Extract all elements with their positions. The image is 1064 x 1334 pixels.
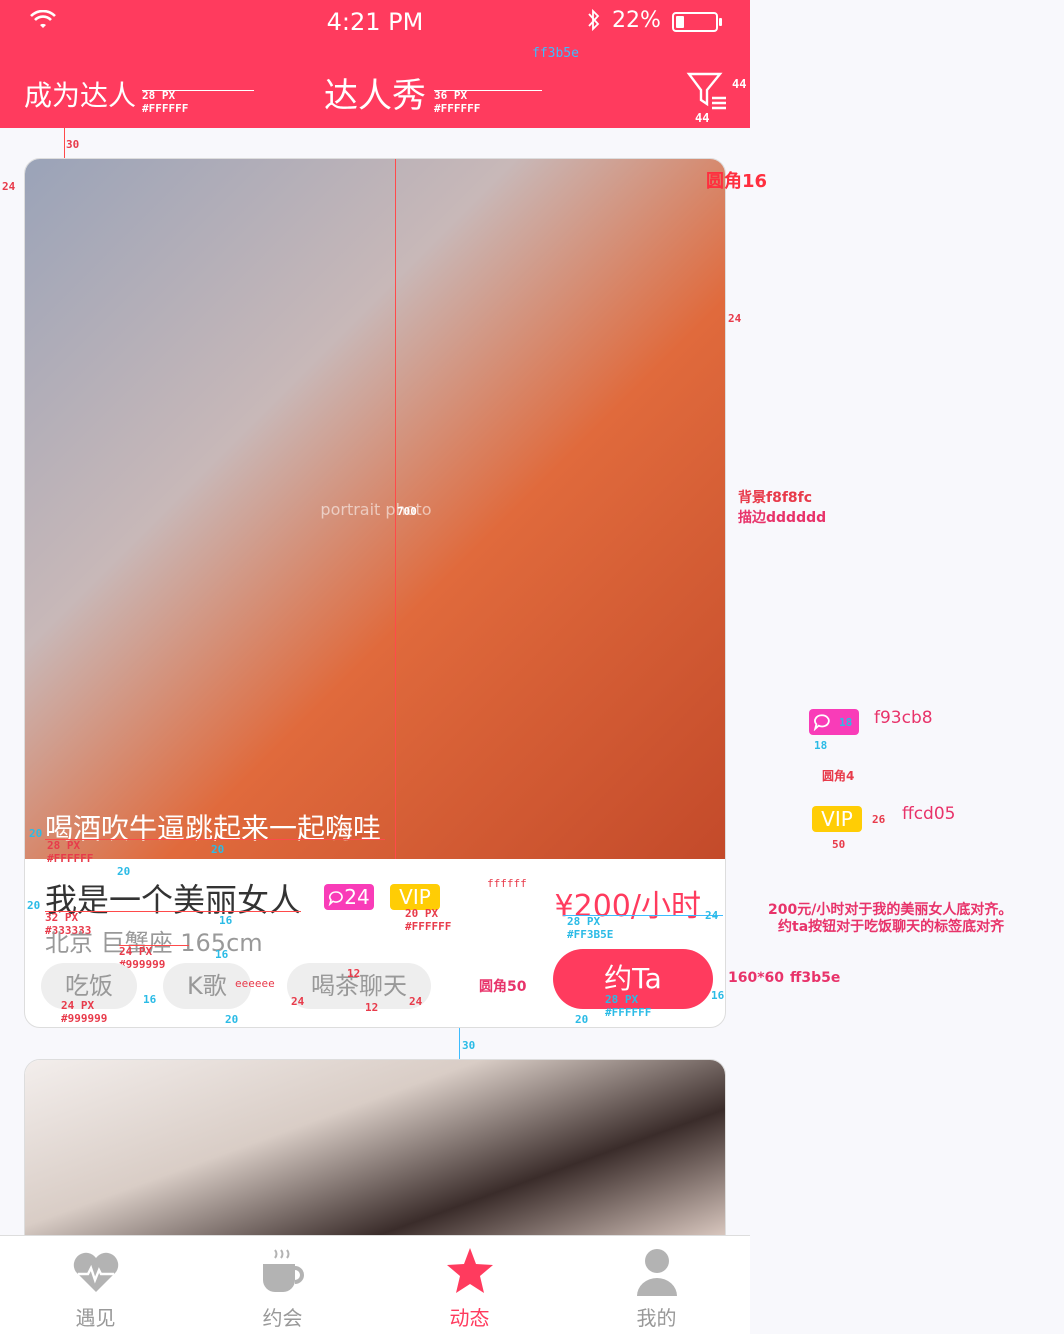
button-bottom-note: 20 (575, 1013, 589, 1026)
profile-photo[interactable]: portrait photo 700 喝酒吹牛逼跳起来一起嗨哇 28 PX #F… (25, 159, 725, 865)
coffee-cup-icon (262, 1249, 304, 1292)
bottom-pad-note: 20 (225, 1013, 239, 1026)
price-spec: 28 PX #FF3B5E (567, 915, 614, 941)
radius-4-note: 圆角4 (822, 769, 855, 783)
tab-meet[interactable]: 遇见 (2, 1236, 189, 1334)
photo-caption: 喝酒吹牛逼跳起来一起嗨哇 (45, 812, 382, 845)
button-size-note: 160*60 (728, 970, 785, 986)
phone-screen: 4:21 PM 22% 成为达人 28 PX #FFFFFF 达人秀 36 PX… (0, 0, 750, 1334)
price-right-note: 24 (705, 909, 719, 922)
legend-icon-width-note: 18 (814, 739, 828, 752)
vip-height-note: 26 (872, 813, 886, 826)
legend-icon-size-note: 18 (839, 716, 853, 729)
photo-placeholder: portrait photo (320, 499, 432, 519)
legend-comment-badge: 18 (809, 709, 859, 735)
user-icon (636, 1249, 677, 1296)
tag-pad-bottom-note: 12 (365, 1001, 379, 1014)
filter-width-note: 44 (695, 111, 710, 125)
bg-color-note: 背景f8f8fc (738, 490, 813, 506)
tag-pad-left-note: 24 (291, 995, 305, 1008)
name-left-note: 20 (27, 899, 41, 912)
tab-label: 动态 (449, 1306, 490, 1330)
filter-button[interactable] (686, 70, 730, 114)
chat-bubble-icon (813, 714, 830, 731)
caption-spec: 28 PX #FFFFFF (47, 839, 94, 865)
bluetooth-icon (586, 8, 602, 37)
expert-card[interactable]: portrait photo 700 喝酒吹牛逼跳起来一起嗨哇 28 PX #F… (24, 158, 726, 1028)
name-top-note: 20 (117, 865, 131, 878)
comment-count: 24 (344, 885, 370, 909)
battery-percent: 22% (612, 8, 661, 33)
tab-date[interactable]: 约会 (189, 1236, 376, 1334)
photo-height-note: 700 (397, 505, 417, 518)
page-title: 达人秀 (324, 76, 426, 116)
chat-bubble-icon (328, 891, 344, 907)
tab-label: 约会 (262, 1306, 303, 1330)
vip-color-note: ffcd05 (902, 804, 956, 824)
header-bar: 4:21 PM 22% 成为达人 28 PX #FFFFFF 达人秀 36 PX… (0, 0, 750, 128)
tag-spec: 24 PX #999999 (61, 999, 108, 1025)
vip-width-note: 50 (832, 838, 846, 851)
tab-bar: 遇见 约会 动态 我的 (0, 1235, 750, 1334)
caption-left-note: 20 (29, 827, 43, 840)
filter-height-note: 44 (732, 77, 747, 91)
filter-icon (686, 72, 726, 110)
comment-color-note: f93cb8 (874, 708, 933, 728)
button-color-note: ff3b5e (790, 970, 841, 986)
caption-bottom-note: 20 (211, 843, 225, 856)
stroke-color-note: 描边dddddd (738, 510, 827, 526)
button-spec: 28 PX #FFFFFF (605, 993, 652, 1019)
star-icon (446, 1248, 493, 1293)
tab-mine[interactable]: 我的 (563, 1236, 750, 1334)
badge-spec: 20 PX #FFFFFF (405, 907, 452, 933)
tab-moments[interactable]: 动态 (376, 1236, 563, 1334)
tab-label: 我的 (636, 1306, 677, 1330)
tag-gap-note: 16 (143, 993, 157, 1006)
tag-pad-top-note: 12 (347, 967, 361, 980)
radius-16-note: 圆角16 (706, 171, 768, 192)
card-gap-note: 30 (462, 1039, 476, 1052)
tab-label: 遇见 (75, 1306, 116, 1330)
badge-text-color-note: ffffff (487, 877, 527, 890)
card-right-note: 24 (728, 312, 742, 325)
battery-icon (672, 12, 722, 32)
tag-bg-note: eeeeee (235, 977, 275, 990)
margin-note: 24 (2, 180, 16, 193)
align-note-1: 200元/小时对于我的美丽女人底对齐。 (768, 902, 1013, 918)
tag-pad-right-note: 24 (409, 995, 423, 1008)
heart-pulse-icon (73, 1252, 118, 1292)
gap-note: 30 (66, 138, 80, 151)
legend-vip-badge: VIP (812, 806, 862, 832)
comment-badge: 24 (324, 884, 374, 910)
location-gap-note: 16 (215, 948, 229, 961)
title-spec: 36 PX #FFFFFF (434, 89, 481, 115)
align-note-2: 约ta按钮对于吃饭聊天的标签底对齐 (778, 919, 1005, 935)
button-right-note: 16 (711, 989, 725, 1002)
tag-radius-note: 圆角50 (479, 979, 527, 995)
header-color-note: ff3b5e (532, 46, 579, 61)
